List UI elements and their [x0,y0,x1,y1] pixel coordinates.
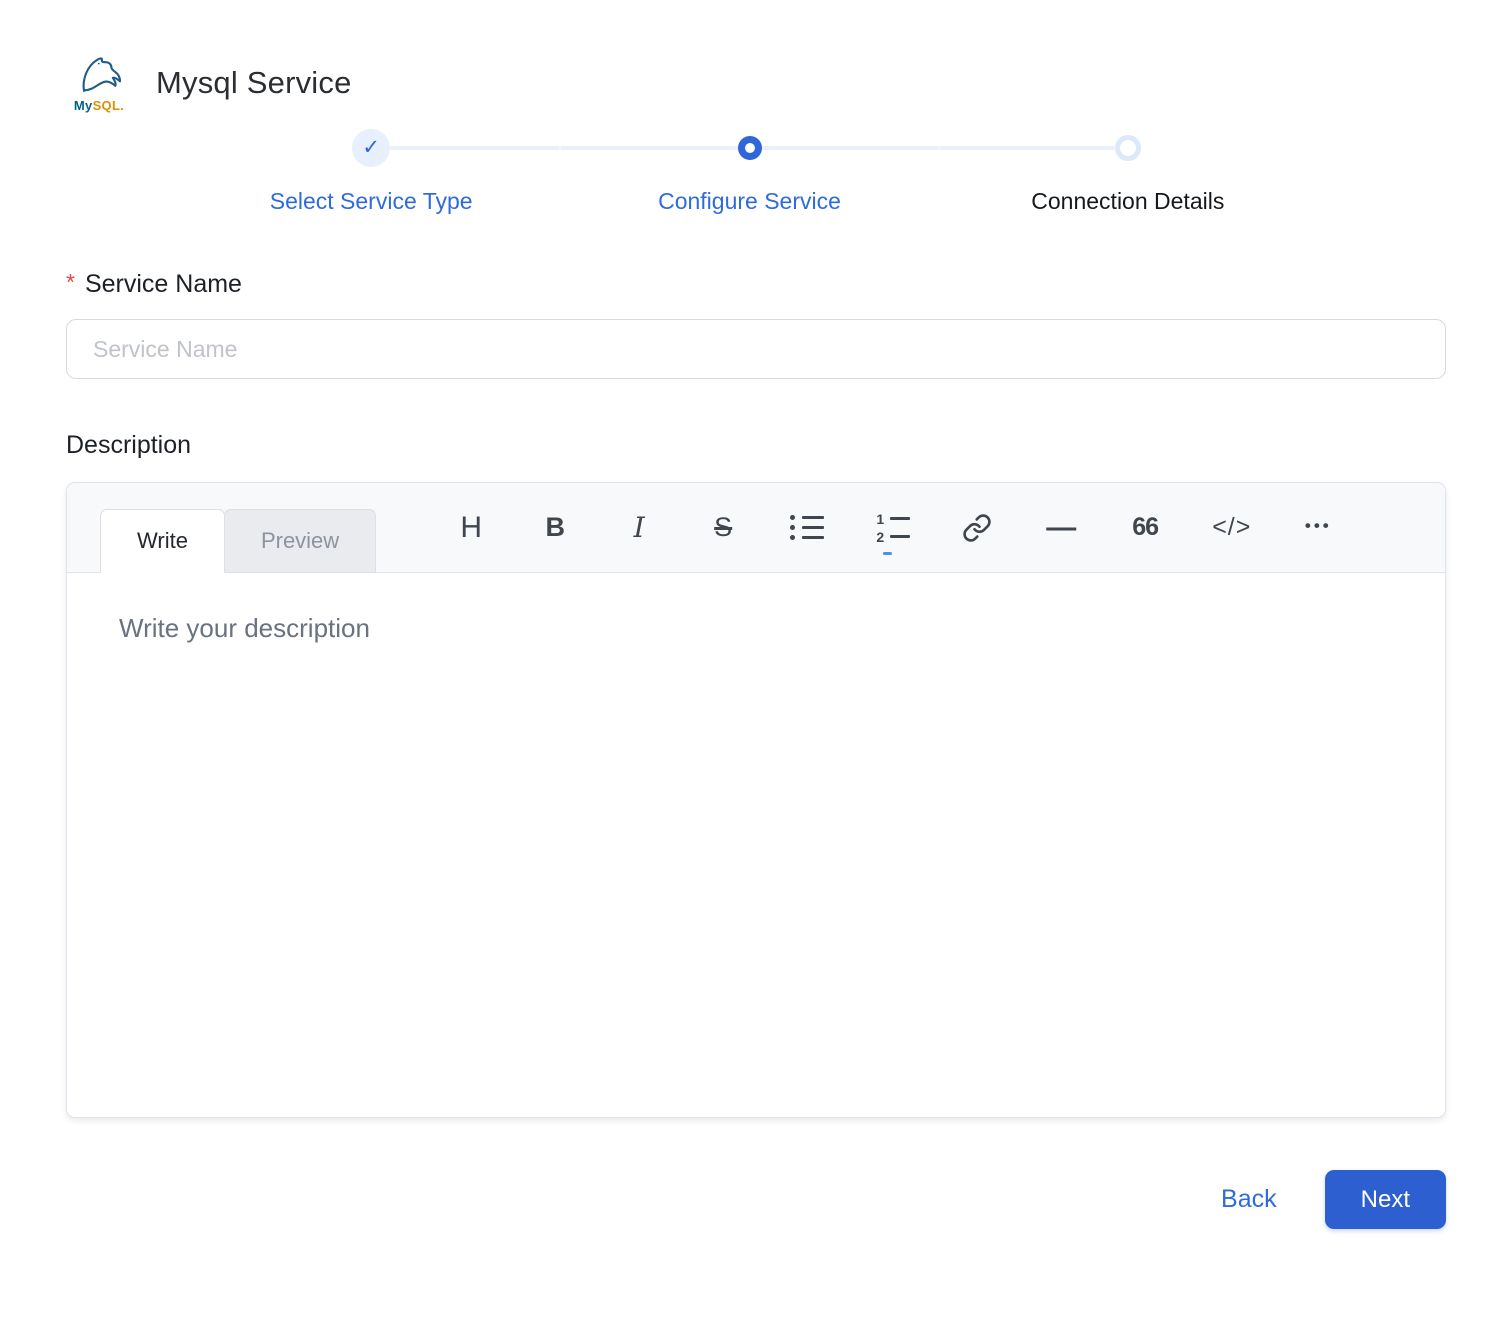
mysql-logo: MySQL. [66,54,132,112]
connector-line [390,146,560,150]
step-track [560,128,938,168]
step-completed-circle: ✓ [352,129,390,167]
logo-text-sql: SQL. [93,98,125,113]
mysql-service-wizard-page: MySQL. Mysql Service ✓ Select Service Ty… [0,0,1504,1326]
editor-header: Write Preview H B I S [67,483,1445,573]
service-name-input[interactable] [66,319,1446,379]
step-track: ✓ [182,128,560,168]
description-label: Description [66,431,1446,460]
step-select-service-type[interactable]: ✓ Select Service Type [182,128,560,215]
step-label-configure-service: Configure Service [658,188,841,215]
link-icon[interactable] [960,506,994,550]
editor-content-area [67,573,1445,1117]
step-track [939,128,1317,168]
required-asterisk: * [66,269,75,295]
connector-line [939,146,1115,150]
more-options-icon[interactable]: ••• [1301,506,1335,550]
description-field: Description Write Preview H B I S [66,431,1446,1118]
step-label-connection-details: Connection Details [1031,188,1224,215]
connector-line [1141,146,1317,150]
tab-preview[interactable]: Preview [224,509,376,573]
ordered-list-icon[interactable]: 1 2 [874,506,910,550]
tab-write[interactable]: Write [100,509,225,573]
unordered-list-icon[interactable] [790,506,824,550]
next-button[interactable]: Next [1325,1170,1446,1229]
service-name-label: * Service Name [66,269,1446,299]
connector-line [182,146,352,150]
wizard-stepper: ✓ Select Service Type Configure Service … [182,128,1317,215]
step-upcoming-circle [1115,135,1141,161]
code-icon[interactable]: </> [1212,506,1251,550]
editor-toolbar: H B I S 1 2 [454,506,1335,550]
heading-icon[interactable]: H [454,506,488,550]
bold-icon[interactable]: B [538,506,572,550]
back-button[interactable]: Back [1221,1185,1277,1214]
italic-icon[interactable]: I [622,506,656,550]
step-active-circle [738,136,762,160]
wizard-footer: Back Next [66,1170,1446,1229]
page-title: Mysql Service [156,65,352,101]
check-icon: ✓ [362,137,380,158]
editor-tabs: Write Preview [100,509,376,572]
step-configure-service[interactable]: Configure Service [560,128,938,215]
markdown-editor: Write Preview H B I S [66,482,1446,1118]
logo-text-my: My [74,98,93,113]
horizontal-rule-icon[interactable]: — [1044,506,1078,550]
quote-icon[interactable]: 66 [1128,506,1162,550]
page-header: MySQL. Mysql Service [66,54,1446,112]
step-label-select-service-type: Select Service Type [270,188,473,215]
step-connection-details: Connection Details [939,128,1317,215]
connector-line [762,146,939,150]
description-textarea[interactable] [67,573,1445,1117]
strikethrough-icon[interactable]: S [706,506,740,550]
mysql-dolphin-icon [70,54,128,98]
connector-line [560,146,737,150]
service-name-label-text: Service Name [85,270,242,298]
service-name-field: * Service Name [66,269,1446,379]
mysql-logo-text: MySQL. [74,99,124,112]
